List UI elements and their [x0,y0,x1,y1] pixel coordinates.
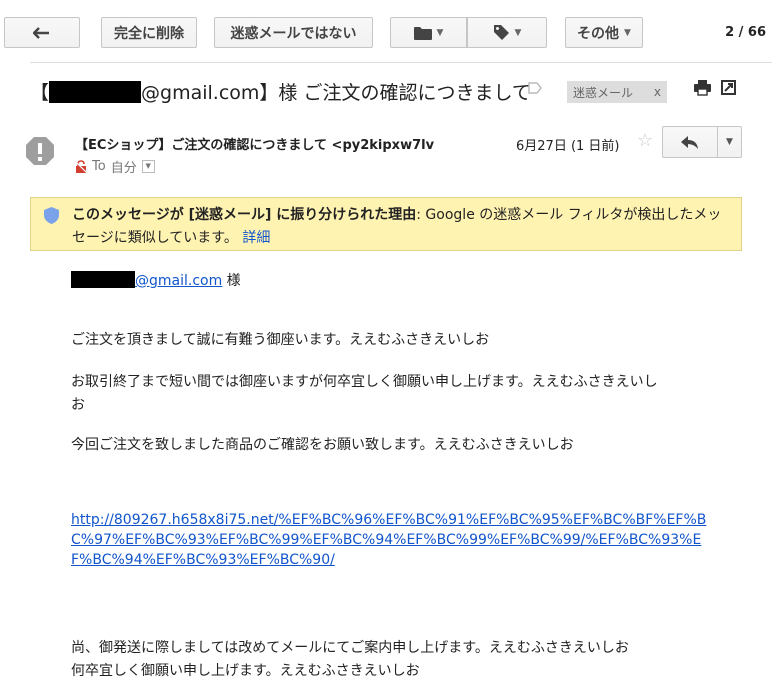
body-line-1: ご注文を頂きまして誠に有難う御座います。ええむふさきえいしお [71,332,490,348]
print-icon[interactable] [694,80,711,96]
message-date: 6月27日 (1 日前) [516,139,620,154]
star-icon[interactable]: ☆ [637,130,653,151]
pagination-count: 2 / 66 [725,25,766,40]
details-link[interactable]: 詳細 [242,230,270,246]
body-line-2b: お [71,397,85,413]
shield-icon [44,207,59,224]
toolbar: 完全に削除 迷惑メールではない ▼ ▼ その他 ▼ 2 / 66 [0,0,772,62]
new-window-icon[interactable] [721,80,736,95]
reply-button[interactable] [663,127,718,157]
show-details-button[interactable]: ▼ [141,160,155,173]
sender-name[interactable]: 【ECショップ】ご注文の確認につきまして <py2kipxw7lv [75,134,470,153]
more-actions-button[interactable]: ▼ [718,127,741,157]
labels-button[interactable]: ▼ [467,17,547,48]
reply-icon [681,135,698,149]
divider [30,62,772,63]
to-value: 自分 [110,161,137,176]
phishing-url-link[interactable]: http://809267.h658x8i75.net/%EF%BC%96%EF… [71,510,721,570]
notice-title: このメッセージが [迷惑メール] に振り分けられた理由 [72,207,417,223]
folder-icon [413,26,432,40]
reply-button-group: ▼ [662,126,742,158]
spam-warning-banner: このメッセージが [迷惑メール] に振り分けられた理由: Google の迷惑メ… [30,197,742,251]
greeting-email-link[interactable]: @gmail.com [135,273,222,289]
url-text: http://809267.h658x8i75.net/%EF%BC%96%EF… [71,512,707,568]
redacted-block [71,271,135,288]
subject-email-suffix: @gmail.com [141,82,260,104]
subject-rest: 】様 ご注文の確認につきまして [259,82,531,104]
chevron-down-icon: ▼ [514,27,522,38]
greeting: @gmail.com 様 [71,270,241,290]
spam-label-chip: 迷惑メール x [567,81,667,103]
subject-prefix: 【 [30,82,50,104]
tag-icon [493,25,509,40]
redacted-block [49,81,142,103]
back-arrow-icon [33,26,49,39]
warning-icon [26,137,54,165]
delete-forever-label: 完全に削除 [114,25,184,42]
body-line-4: 尚、御発送に際しましては改めてメールにてご案内申し上げます。ええむふさきえいしお [71,640,629,656]
recipient-line: To 自分 ▼ [75,157,155,176]
label-outline-icon[interactable] [528,82,542,94]
not-spam-label: 迷惑メールではない [230,25,357,42]
to-label: To [92,159,106,174]
body-line-2a: お取引終了まで短い間では御座いますが何卒宜しく御願い申し上げます。ええむふさきえ… [71,374,658,390]
body-line-3: 今回ご注文を致しました商品のご確認をお願い致します。ええむふさきえいしお [71,437,574,453]
body-line-5: 何卒宜しく御願い申し上げます。ええむふさきえいしお [71,663,420,679]
no-encryption-icon[interactable] [75,159,87,174]
greeting-suffix: 様 [222,273,241,289]
delete-forever-button[interactable]: 完全に削除 [101,17,197,48]
chevron-down-icon: ▼ [436,27,444,38]
move-to-button[interactable]: ▼ [390,17,467,48]
chevron-down-icon: ▼ [624,27,631,38]
page-title: 【 @gmail.com】様 ご注文の確認につきまして [30,78,531,105]
not-spam-button[interactable]: 迷惑メールではない [214,17,373,48]
remove-label-button[interactable]: x [654,85,661,99]
more-label: その他 [577,25,620,42]
back-button[interactable] [4,17,80,48]
spam-label-text: 迷惑メール [573,85,634,100]
more-button[interactable]: その他 ▼ [565,17,643,48]
